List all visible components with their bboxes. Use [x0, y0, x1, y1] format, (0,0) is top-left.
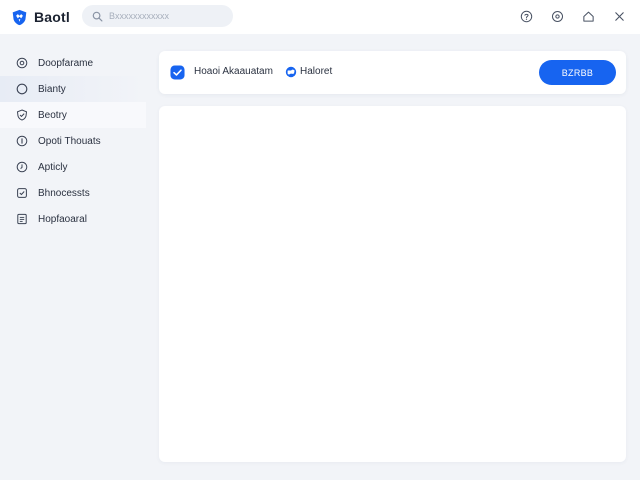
- sidebar-item-label: Beotry: [38, 109, 67, 121]
- shield-logo-icon: [12, 9, 27, 25]
- box-check-icon: [17, 188, 27, 198]
- home-icon: [582, 11, 594, 22]
- check-badge-icon: [170, 65, 185, 80]
- sidebar-item-doopfarame[interactable]: Doopfarame: [0, 50, 146, 76]
- clock-icon: [16, 161, 28, 173]
- circle-icon: [16, 83, 28, 95]
- close-button[interactable]: [610, 7, 628, 25]
- app-name: Baotl: [34, 9, 70, 25]
- sidebar: Doopfarame Bianty Beotry Opoti Thouats A…: [0, 50, 146, 232]
- help-circle-icon: [520, 10, 532, 22]
- banner-text: Hoaoi Akaauatam: [194, 66, 273, 77]
- status-banner: Hoaoi Akaauatam Haloret BZRBB: [159, 51, 626, 94]
- sidebar-item-label: Bhnocessts: [38, 187, 90, 199]
- sidebar-item-hopfaoaral[interactable]: Hopfaoaral: [0, 206, 146, 232]
- search-bar[interactable]: [82, 5, 233, 27]
- main-content-panel: [159, 106, 626, 462]
- info-icon: [16, 135, 28, 147]
- sidebar-item-label: Apticly: [38, 161, 68, 173]
- sidebar-item-label: Bianty: [38, 83, 66, 95]
- sidebar-item-beotry[interactable]: Beotry: [0, 102, 146, 128]
- sidebar-item-label: Opoti Thouats: [38, 135, 101, 147]
- sidebar-item-label: Hopfaoaral: [38, 213, 87, 225]
- globe-icon: [285, 66, 297, 78]
- header-actions: [517, 7, 628, 25]
- sidebar-item-apticly[interactable]: Apticly: [0, 154, 146, 180]
- sidebar-item-opoti-thouats[interactable]: Opoti Thouats: [0, 128, 146, 154]
- close-icon: [614, 11, 624, 21]
- home-button[interactable]: [579, 7, 597, 25]
- search-icon: [92, 11, 103, 21]
- top-bar: Baotl: [0, 0, 640, 34]
- settings-button[interactable]: [548, 7, 566, 25]
- search-input[interactable]: [109, 11, 219, 21]
- sidebar-item-label: Doopfarame: [38, 57, 94, 69]
- gear-icon: [551, 10, 563, 22]
- banner-action-button[interactable]: BZRBB: [539, 60, 616, 85]
- document-icon: [17, 213, 27, 225]
- brand[interactable]: Baotl: [11, 6, 70, 28]
- target-icon: [16, 57, 28, 69]
- banner-tag: Haloret: [300, 66, 333, 77]
- shield-icon: [16, 109, 28, 121]
- sidebar-item-bhnocessts[interactable]: Bhnocessts: [0, 180, 146, 206]
- sidebar-item-bianty[interactable]: Bianty: [0, 76, 146, 102]
- help-button[interactable]: [517, 7, 535, 25]
